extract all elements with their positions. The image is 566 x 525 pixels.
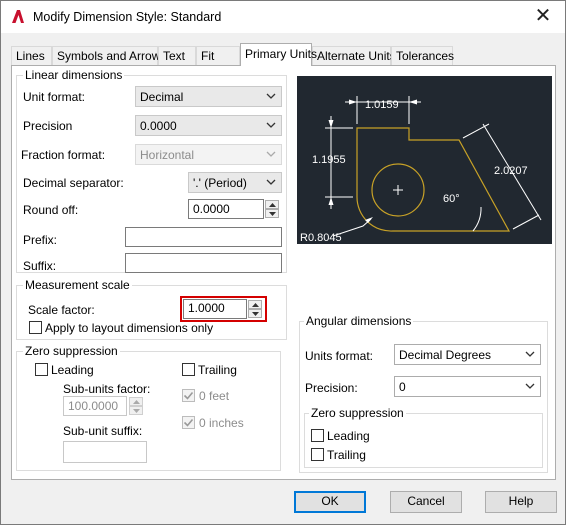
trailing-label: Trailing xyxy=(198,363,237,377)
preview-part-outline xyxy=(356,127,511,232)
angular-trailing-checkbox[interactable] xyxy=(311,448,324,461)
angular-units-format-label: Units format: xyxy=(305,349,374,363)
tab-text[interactable]: Text xyxy=(158,46,196,65)
tab-primary-units[interactable]: Primary Units xyxy=(240,43,317,66)
apply-layout-label: Apply to layout dimensions only xyxy=(45,321,214,335)
autocad-logo-icon xyxy=(12,10,24,23)
spin-up-button[interactable] xyxy=(129,397,143,406)
linear-dimensions-title: Linear dimensions xyxy=(23,68,125,82)
tab-symbols-and-arrows[interactable]: Symbols and Arrows xyxy=(52,46,166,65)
arrow-up-icon xyxy=(269,203,276,207)
chevron-down-icon xyxy=(525,383,535,389)
suffix-input[interactable] xyxy=(125,253,282,273)
arrow-down-icon xyxy=(269,212,276,216)
sub-units-factor-spinner[interactable] xyxy=(129,397,143,415)
tab-alternate-units[interactable]: Alternate Units xyxy=(312,46,396,65)
ok-button[interactable]: OK xyxy=(294,491,366,513)
checkmark-icon xyxy=(183,418,194,427)
leading-checkbox[interactable] xyxy=(35,363,48,376)
prefix-input[interactable] xyxy=(125,227,282,247)
help-button[interactable]: Help xyxy=(485,491,557,513)
trailing-checkbox[interactable] xyxy=(182,363,195,376)
suffix-label: Suffix: xyxy=(23,259,57,273)
chevron-down-icon xyxy=(266,93,276,99)
chevron-down-icon xyxy=(266,179,276,185)
dimension-preview: 1.0159 1.1955 2.0207 60° R0.8045 xyxy=(297,76,552,244)
apply-layout-checkbox[interactable] xyxy=(29,321,42,334)
preview-radius: R0.8045 xyxy=(300,232,342,244)
angular-precision-select[interactable]: 0 xyxy=(394,376,541,397)
angular-leading-label: Leading xyxy=(327,429,370,443)
title-bar: Modify Dimension Style: Standard ✕ xyxy=(1,1,565,33)
decimal-separator-value: '.' (Period) xyxy=(193,176,247,190)
prefix-label: Prefix: xyxy=(23,233,58,247)
tab-lines[interactable]: Lines xyxy=(11,46,52,65)
fraction-format-value: Horizontal xyxy=(140,148,195,162)
spin-down-button[interactable] xyxy=(265,209,279,218)
close-button[interactable]: ✕ xyxy=(531,5,555,29)
preview-angle: 60° xyxy=(443,193,460,205)
decimal-separator-label: Decimal separator: xyxy=(23,176,124,190)
angular-dimensions-title: Angular dimensions xyxy=(304,314,414,328)
zero-inches-label: 0 inches xyxy=(199,416,244,430)
precision-value: 0.0000 xyxy=(140,119,177,133)
leading-label: Leading xyxy=(51,363,94,377)
spin-down-button[interactable] xyxy=(129,406,143,415)
dialog-window: Modify Dimension Style: Standard ✕ Lines… xyxy=(0,0,566,525)
zero-feet-label: 0 feet xyxy=(199,389,230,403)
angular-units-format-select[interactable]: Decimal Degrees xyxy=(394,344,541,365)
checkmark-icon xyxy=(183,391,194,400)
sub-units-factor-label: Sub-units factor: xyxy=(63,382,151,396)
angular-precision-value: 0 xyxy=(399,380,406,394)
round-off-input[interactable]: 0.0000 xyxy=(188,199,264,219)
spin-up-button[interactable] xyxy=(265,200,279,209)
zero-feet-checkbox[interactable] xyxy=(182,389,195,402)
angular-leading-checkbox[interactable] xyxy=(311,429,324,442)
angular-zero-suppression-title: Zero suppression xyxy=(309,406,406,420)
preview-dim-top: 1.0159 xyxy=(365,99,399,111)
angular-precision-label: Precision: xyxy=(305,381,358,395)
scale-factor-highlight xyxy=(180,296,267,322)
scale-factor-label: Scale factor: xyxy=(28,303,95,317)
precision-label: Precision xyxy=(23,119,73,133)
preview-dim-right: 2.0207 xyxy=(494,165,528,177)
arrow-up-icon xyxy=(133,400,140,404)
sub-units-factor-value: 100.0000 xyxy=(68,399,119,413)
tab-fit[interactable]: Fit xyxy=(196,46,240,65)
round-off-label: Round off: xyxy=(23,203,79,217)
chevron-down-icon xyxy=(525,351,535,357)
measurement-scale-title: Measurement scale xyxy=(23,278,132,292)
sub-units-factor-input[interactable]: 100.0000 xyxy=(63,396,127,416)
decimal-separator-select[interactable]: '.' (Period) xyxy=(188,172,282,193)
sub-unit-suffix-input[interactable] xyxy=(63,441,147,463)
arrow-down-icon xyxy=(133,409,140,413)
unit-format-select[interactable]: Decimal xyxy=(135,86,282,107)
precision-select[interactable]: 0.0000 xyxy=(135,115,282,136)
tab-tolerances[interactable]: Tolerances xyxy=(391,46,454,65)
round-off-spinner[interactable] xyxy=(265,200,279,218)
cancel-button[interactable]: Cancel xyxy=(390,491,462,513)
zero-inches-checkbox[interactable] xyxy=(182,416,195,429)
preview-dim-left: 1.1955 xyxy=(312,154,346,166)
angular-units-format-value: Decimal Degrees xyxy=(399,348,492,362)
fraction-format-label: Fraction format: xyxy=(21,148,106,162)
angular-trailing-label: Trailing xyxy=(327,448,366,462)
chevron-down-icon xyxy=(266,122,276,128)
zero-suppression-title: Zero suppression xyxy=(23,344,120,358)
window-title: Modify Dimension Style: Standard xyxy=(33,10,222,24)
round-off-value: 0.0000 xyxy=(193,202,230,216)
fraction-format-select[interactable]: Horizontal xyxy=(135,144,282,165)
preview-drawing: 1.0159 1.1955 2.0207 60° R0.8045 xyxy=(300,96,542,244)
unit-format-value: Decimal xyxy=(140,90,184,104)
chevron-down-icon xyxy=(266,151,276,157)
sub-unit-suffix-label: Sub-unit suffix: xyxy=(63,424,143,438)
unit-format-label: Unit format: xyxy=(23,90,86,104)
